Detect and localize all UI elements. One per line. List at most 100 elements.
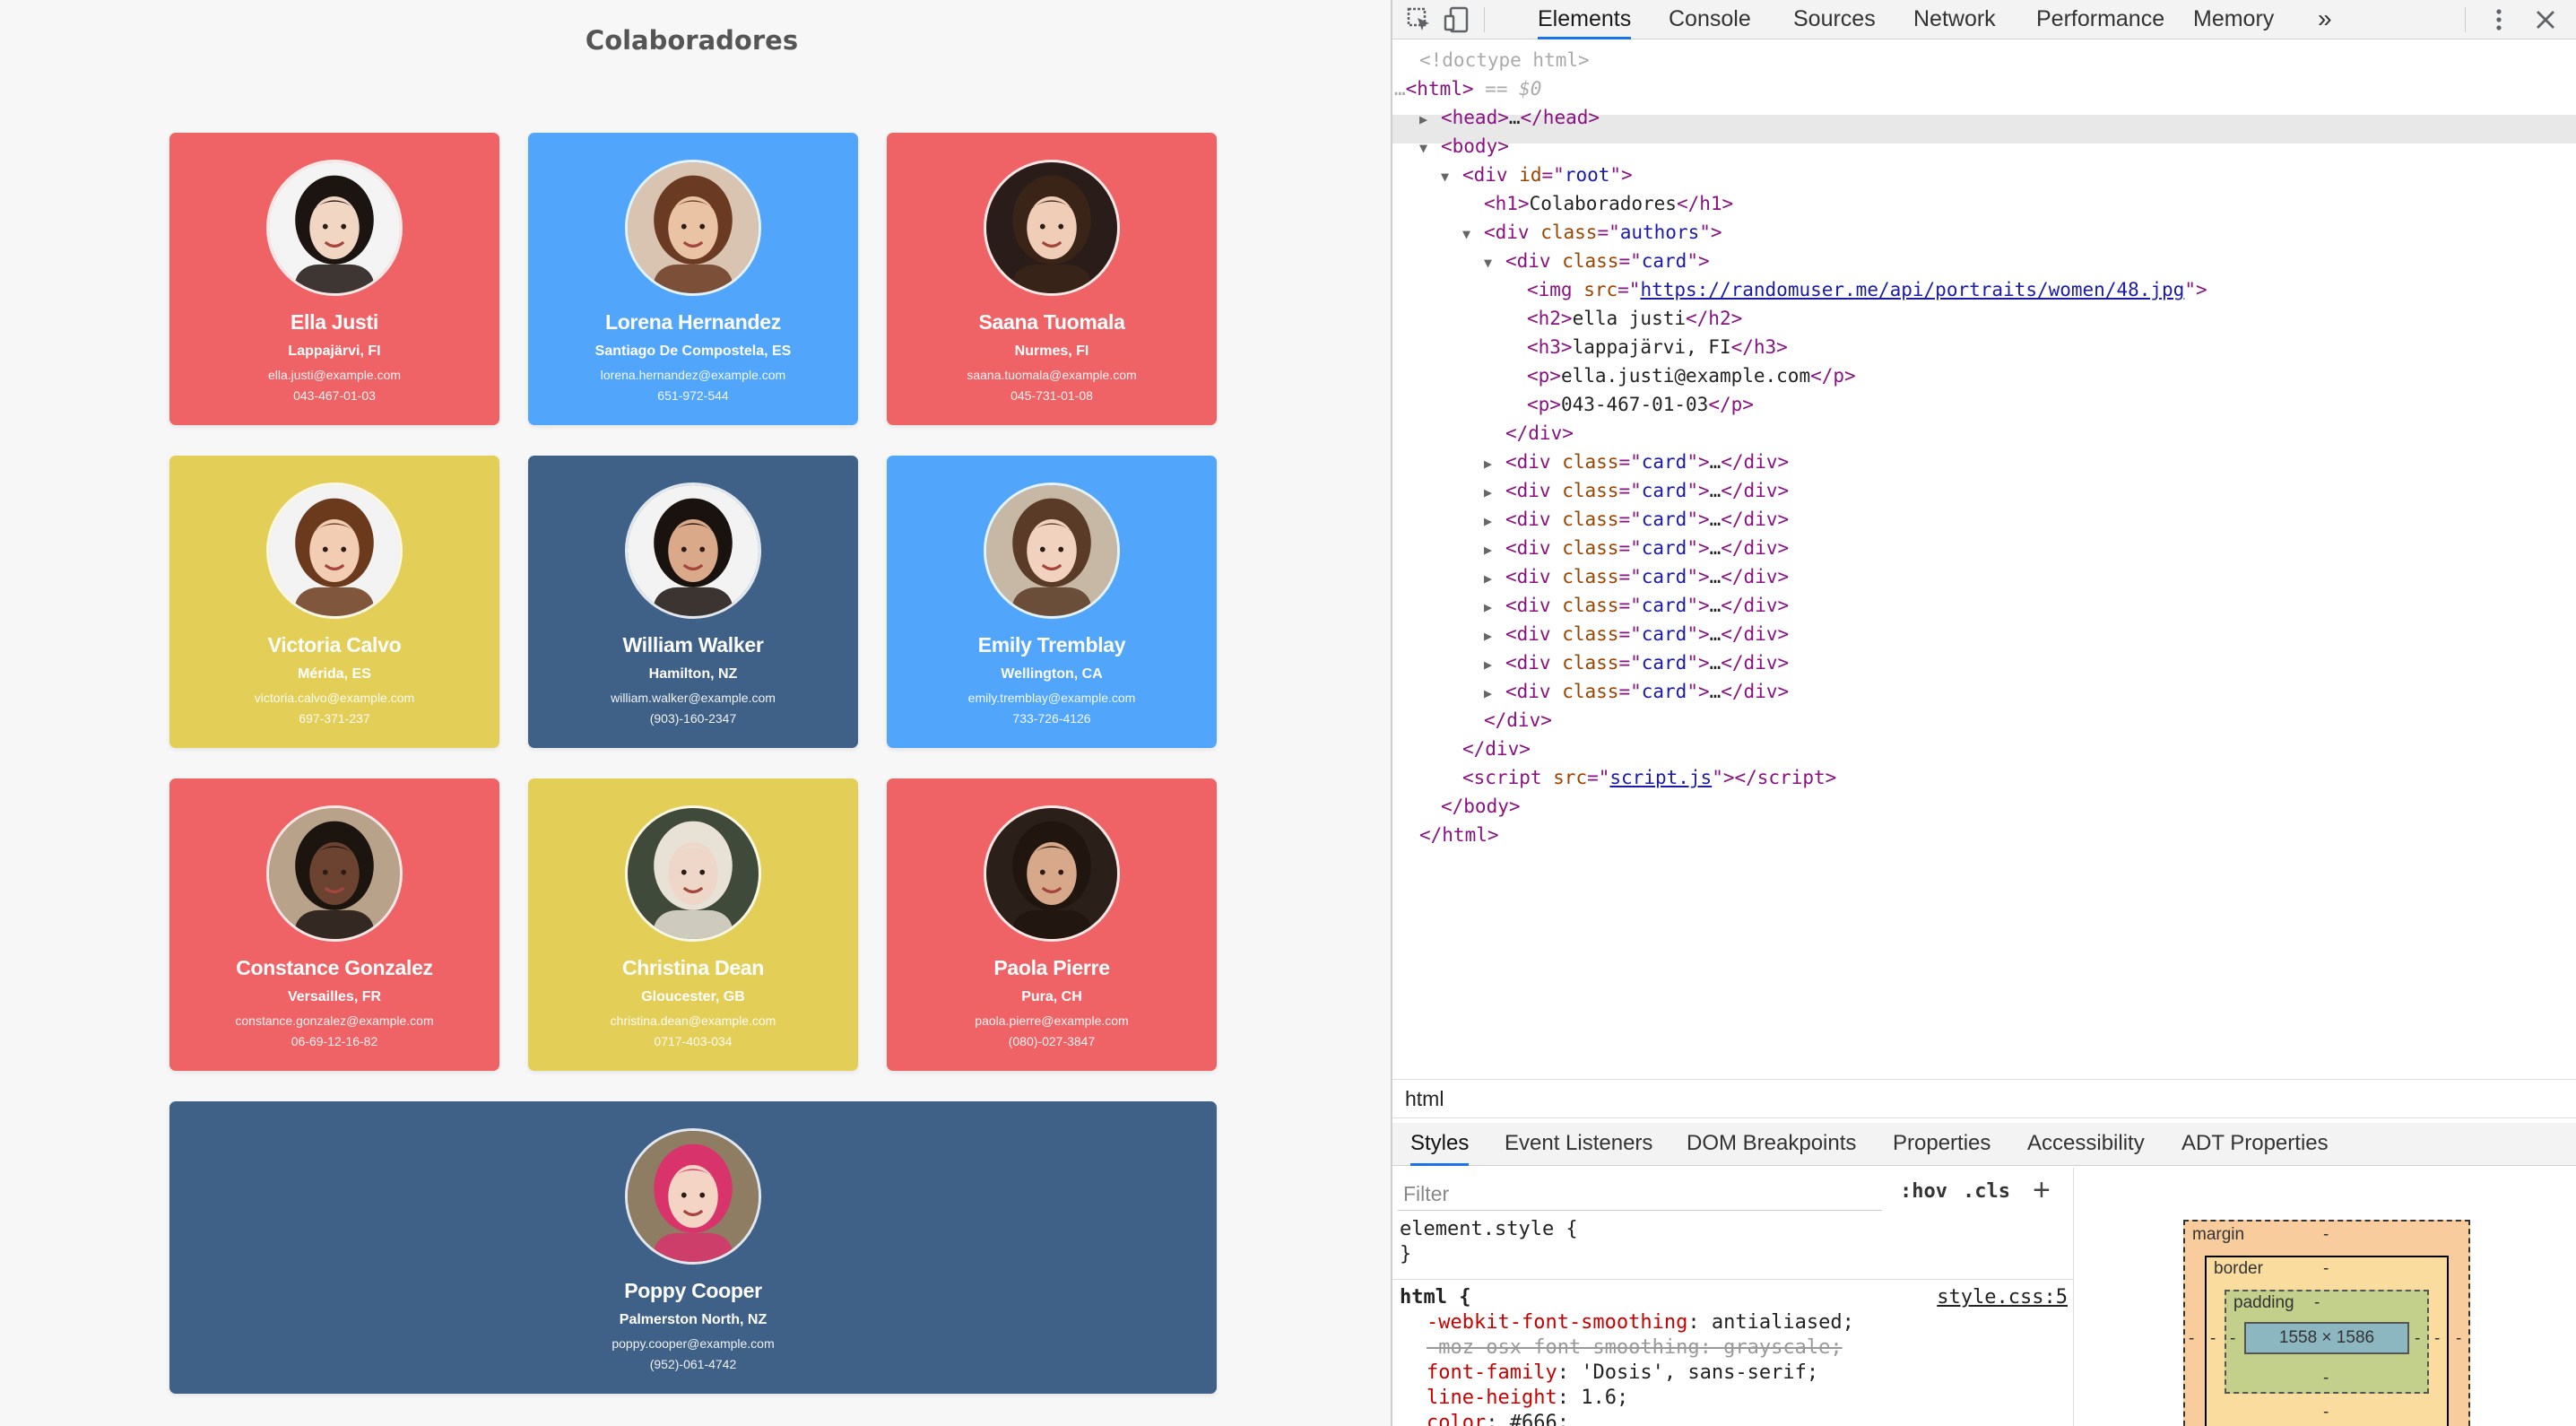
device-toolbar-icon[interactable] [1443, 5, 1471, 34]
dom-card-collapsed[interactable]: ▶ <div class="card">…</div> [1484, 535, 1789, 561]
rule-divider [1392, 1279, 2073, 1280]
img-src-link[interactable]: https://randomuser.me/api/portraits/wome… [1640, 279, 2184, 300]
padding-top-value[interactable]: - [2314, 1293, 2320, 1313]
dom-root-close: </div> [1462, 738, 1531, 760]
dom-p-phone-node[interactable]: <p>043-467-01-03</p> [1527, 391, 1754, 418]
margin-left-value[interactable]: - [2189, 1329, 2194, 1349]
author-card: Victoria Calvo Mérida, ES victoria.calvo@e… [169, 456, 499, 748]
dom-script-node[interactable]: <script src="script.js"></script> [1462, 764, 1836, 791]
author-email: saana.tuomala@example.com [967, 368, 1137, 382]
tab-event-listeners[interactable]: Event Listeners [1505, 1123, 1652, 1166]
expand-triangle-icon[interactable]: ▶ [1484, 594, 1505, 621]
styles-filter-input[interactable]: Filter [1398, 1177, 1882, 1211]
hover-state-toggle[interactable]: :hov [1900, 1180, 1947, 1203]
border-top-value[interactable]: - [2323, 1259, 2329, 1279]
author-email: christina.dean@example.com [610, 1013, 776, 1028]
css-declaration[interactable]: line-height: 1.6; [1427, 1387, 1628, 1409]
close-devtools-icon[interactable] [2531, 5, 2560, 34]
tab-network[interactable]: Network [1913, 0, 1996, 39]
border-left-value[interactable]: - [2210, 1329, 2216, 1349]
expand-triangle-icon[interactable]: ▶ [1484, 622, 1505, 649]
dom-card-collapsed[interactable]: ▶ <div class="card">…</div> [1484, 563, 1789, 590]
dom-body-node[interactable]: ▼ <body> [1419, 133, 1509, 160]
tab-adt-properties[interactable]: ADT Properties [2181, 1123, 2329, 1166]
dom-authors-div[interactable]: ▼ <div class="authors"> [1462, 219, 1722, 246]
breadcrumb: html [1392, 1079, 2576, 1118]
tab-accessibility[interactable]: Accessibility [2027, 1123, 2145, 1166]
border-right-value[interactable]: - [2434, 1329, 2440, 1349]
author-name: Saana Tuomala [978, 310, 1125, 334]
dom-head-node[interactable]: ▶ <head>…</head> [1419, 104, 1600, 131]
expand-triangle-icon[interactable]: ▶ [1484, 680, 1505, 707]
css-declaration[interactable]: -webkit-font-smoothing: antialiased; [1427, 1311, 1854, 1334]
dom-tree: <!doctype html> …<html> == $0 ▶ <head>…</… [1392, 43, 2576, 1074]
dom-h3-node[interactable]: <h3>lappajärvi, FI</h3> [1527, 334, 1788, 361]
dom-html-node[interactable]: …<html> == $0 [1394, 75, 1541, 102]
tab-sources[interactable]: Sources [1793, 0, 1876, 39]
author-name: Constance Gonzalez [236, 956, 433, 979]
stylesheet-source-link[interactable]: style.css:5 [1937, 1286, 2068, 1309]
expand-triangle-icon[interactable]: ▶ [1484, 508, 1505, 535]
devtools-panel: Elements Console Sources Network Perform… [1391, 0, 2576, 1426]
inspect-element-icon[interactable] [1405, 5, 1434, 34]
dom-root-div[interactable]: ▼ <div id="root"> [1441, 161, 1633, 188]
styles-pane: Filter :hov .cls + element.style { } htm… [1392, 1168, 2074, 1426]
expand-triangle-icon[interactable]: ▶ [1484, 450, 1505, 477]
class-toggle[interactable]: .cls [1963, 1180, 2010, 1203]
margin-right-value[interactable]: - [2456, 1329, 2461, 1349]
author-email: william.walker@example.com [611, 691, 776, 705]
dom-card-collapsed[interactable]: ▶ <div class="card">…</div> [1484, 477, 1789, 504]
script-src-link[interactable]: script.js [1609, 767, 1712, 788]
tab-dom-breakpoints[interactable]: DOM Breakpoints [1687, 1123, 1856, 1166]
dom-card-collapsed[interactable]: ▶ <div class="card">…</div> [1484, 592, 1789, 619]
padding-left-value[interactable]: - [2230, 1329, 2235, 1349]
padding-right-value[interactable]: - [2415, 1329, 2420, 1349]
border-bottom-value[interactable]: - [2323, 1403, 2329, 1422]
dom-doctype[interactable]: <!doctype html> [1419, 47, 1590, 74]
dom-card-collapsed[interactable]: ▶ <div class="card">…</div> [1484, 448, 1789, 475]
expand-triangle-icon[interactable]: ▶ [1484, 651, 1505, 678]
box-model-content[interactable]: 1558 × 1586 [2244, 1322, 2409, 1354]
more-tabs-icon[interactable]: » [2318, 0, 2332, 39]
dom-card-expanded[interactable]: ▼ <div class="card"> [1484, 248, 1710, 274]
avatar [625, 160, 761, 296]
author-phone: (903)-160-2347 [649, 711, 737, 726]
tab-properties[interactable]: Properties [1893, 1123, 1991, 1166]
dom-card-collapsed[interactable]: ▶ <div class="card">…</div> [1484, 506, 1789, 533]
element-style-rule[interactable]: element.style { [1400, 1218, 1578, 1240]
expand-triangle-icon[interactable]: ▶ [1484, 479, 1505, 506]
author-phone: 697-371-237 [299, 711, 370, 726]
author-card: Poppy Cooper Palmerston North, NZ poppy.co… [169, 1101, 1217, 1394]
tab-performance[interactable]: Performance [2036, 0, 2164, 39]
author-email: constance.gonzalez@example.com [235, 1013, 434, 1028]
css-declaration[interactable]: font-family: 'Dosis', sans-serif; [1427, 1361, 1818, 1384]
author-email: lorena.hernandez@example.com [600, 368, 786, 382]
author-card: Saana Tuomala Nurmes, FI saana.tuomala@exa… [887, 133, 1217, 425]
css-declaration[interactable]: color: #666; [1427, 1412, 1569, 1426]
author-location: Gloucester, GB [641, 989, 745, 1004]
dom-card-close: </div> [1505, 422, 1574, 444]
html-rule-selector[interactable]: html { [1400, 1286, 1470, 1309]
dom-card-collapsed[interactable]: ▶ <div class="card">…</div> [1484, 649, 1789, 676]
author-email: ella.justi@example.com [267, 368, 402, 382]
kebab-menu-icon[interactable] [2485, 5, 2513, 34]
expand-triangle-icon[interactable]: ▶ [1484, 565, 1505, 592]
margin-top-value[interactable]: - [2323, 1225, 2329, 1245]
dom-p-email-node[interactable]: <p>ella.justi@example.com</p> [1527, 362, 1856, 389]
dom-h1-node[interactable]: <h1>Colaboradores</h1> [1484, 190, 1733, 217]
author-location: Hamilton, NZ [648, 666, 738, 682]
dom-img-node[interactable]: <img src="https://randomuser.me/api/port… [1527, 276, 2207, 303]
tab-memory[interactable]: Memory [2193, 0, 2274, 39]
css-declaration[interactable]: -moz-osx-font-smoothing: grayscale; [1427, 1336, 1843, 1359]
breadcrumb-item-html[interactable]: html [1405, 1087, 1444, 1111]
tab-styles[interactable]: Styles [1410, 1123, 1470, 1166]
dom-card-collapsed[interactable]: ▶ <div class="card">…</div> [1484, 621, 1789, 648]
expand-triangle-icon[interactable]: ▶ [1484, 536, 1505, 563]
tab-console[interactable]: Console [1669, 0, 1751, 39]
dom-card-collapsed[interactable]: ▶ <div class="card">…</div> [1484, 678, 1789, 705]
padding-bottom-value[interactable]: - [2323, 1369, 2329, 1388]
dom-h2-node[interactable]: <h2>ella justi</h2> [1527, 305, 1742, 332]
author-card: Emily Tremblay Wellington, CA emily.trembl… [887, 456, 1217, 748]
tab-elements[interactable]: Elements [1538, 0, 1632, 39]
new-style-rule-icon[interactable]: + [2033, 1173, 2051, 1208]
